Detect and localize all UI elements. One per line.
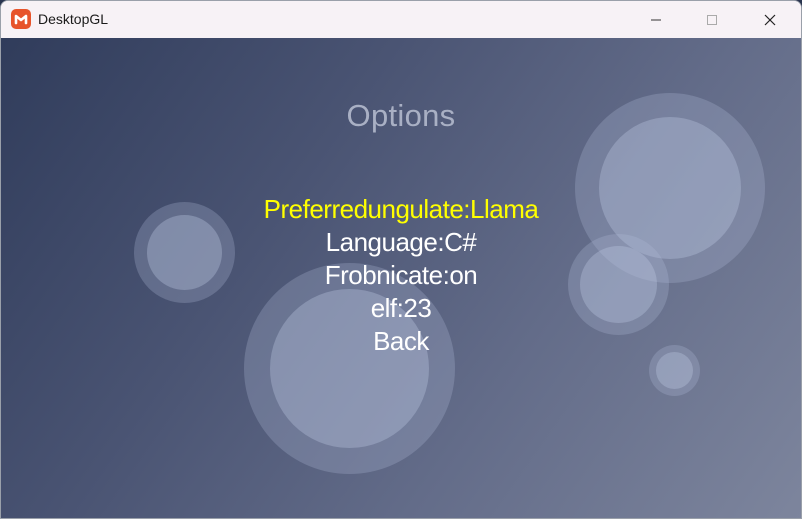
- title-bar[interactable]: DesktopGL: [1, 1, 801, 38]
- minimize-icon: [651, 19, 661, 21]
- menu-item-frobnicate[interactable]: Frobnicate:on: [1, 259, 801, 292]
- menu-item-preferred-ungulate[interactable]: Preferredungulate:Llama: [1, 193, 801, 226]
- close-button[interactable]: [747, 1, 793, 38]
- app-window: DesktopGL Options Preferredungulate:Llam…: [0, 0, 802, 519]
- close-icon: [764, 14, 776, 26]
- menu-item-back[interactable]: Back: [1, 325, 801, 358]
- game-viewport[interactable]: Options Preferredungulate:Llama Language…: [1, 38, 801, 518]
- monogame-logo-icon: [11, 9, 31, 29]
- maximize-icon: [707, 15, 717, 25]
- menu-item-elf[interactable]: elf:23: [1, 292, 801, 325]
- window-title: DesktopGL: [38, 11, 109, 27]
- maximize-button[interactable]: [689, 1, 735, 38]
- options-menu: Preferredungulate:Llama Language:C# Frob…: [1, 193, 801, 358]
- minimize-button[interactable]: [633, 1, 679, 38]
- menu-item-language[interactable]: Language:C#: [1, 226, 801, 259]
- menu-title: Options: [346, 98, 456, 133]
